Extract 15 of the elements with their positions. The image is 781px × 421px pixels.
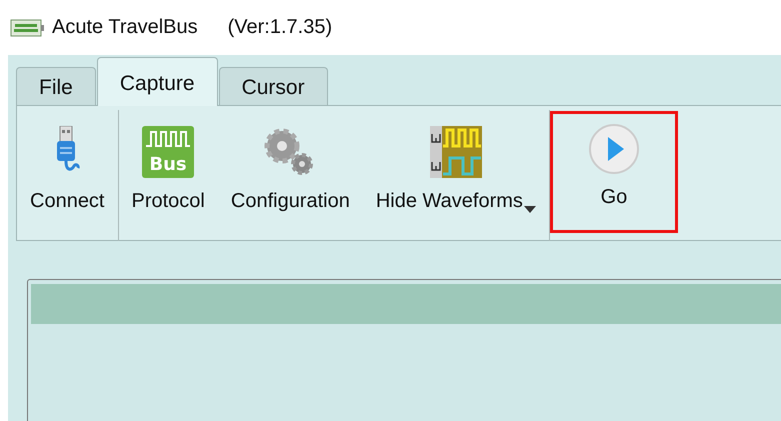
version-label: (Ver:1.7.35) (228, 16, 332, 39)
toolbar-button[interactable]: Bus Protocol (118, 109, 218, 237)
bus-signal-icon: Bus (142, 126, 194, 178)
toolbar-button[interactable]: Connect (17, 109, 118, 237)
caret-icon (524, 206, 536, 213)
ribbon-tab[interactable]: File (16, 67, 96, 105)
window-title: Acute TravelBus (52, 16, 198, 39)
play-icon (588, 124, 639, 174)
ribbon-tab[interactable]: Capture (96, 57, 218, 106)
toolbar-button[interactable]: Go (550, 111, 678, 233)
toolbar-button[interactable]: Configuration (218, 109, 363, 237)
waveform-icon (430, 126, 482, 178)
toolbar-button[interactable]: Hide Waveforms (362, 109, 549, 237)
app-logo-icon (10, 18, 44, 36)
ribbon-tab[interactable]: Cursor (218, 67, 328, 105)
